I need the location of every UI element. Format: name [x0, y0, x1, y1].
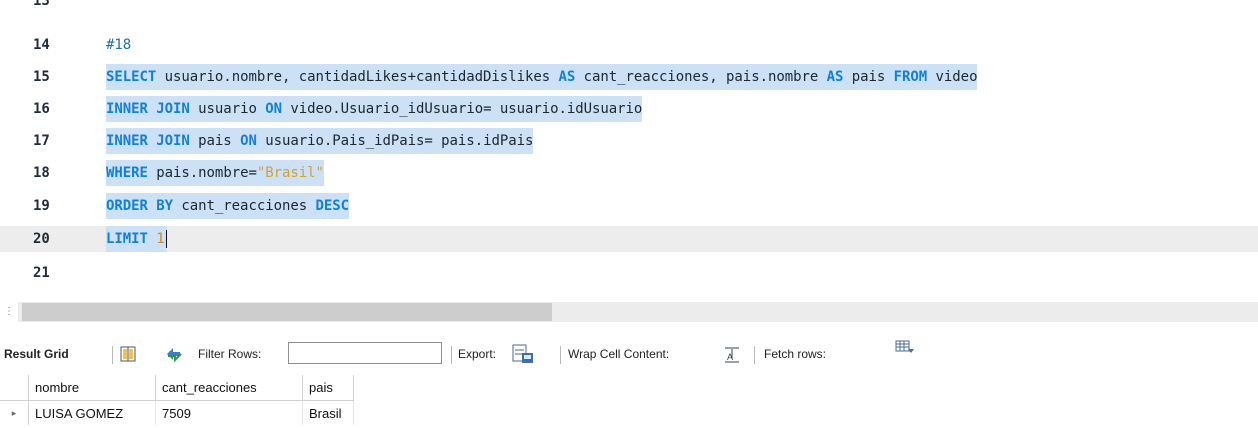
line-number: 20 [33, 231, 50, 247]
sql-keyword: WHERE [106, 165, 148, 181]
sql-keyword: ON [265, 101, 282, 117]
code-text: #18 [106, 32, 131, 58]
toolbar-separator [560, 346, 561, 364]
code-text: WHERE pais.nombre="Brasil" [106, 160, 324, 186]
code-line[interactable]: 20 LIMIT 1 [0, 226, 1258, 252]
filter-rows-label: Filter Rows: [198, 347, 262, 361]
line-number: 13 [33, 0, 50, 9]
code-line[interactable]: 19 ORDER BY cant_reacciones DESC [0, 193, 1258, 219]
code-line[interactable]: 16 INNER JOIN usuario ON video.Usuario_id… [0, 96, 1258, 122]
sql-keyword: SELECT [106, 69, 157, 85]
sql-token: cant_reacciones [173, 198, 316, 214]
line-number: 21 [33, 265, 50, 281]
sql-token: usuario.Pais_idPais= pais.idPais [256, 133, 534, 149]
result-grid: nombre cant_reacciones pais ▸ LUISA GOME… [0, 375, 354, 425]
text-caret [165, 230, 167, 248]
wrap-cell-icon[interactable]: A [724, 347, 740, 363]
code-line[interactable]: 14 #18 [0, 32, 1258, 58]
line-number: 19 [33, 198, 50, 214]
wrap-cell-label: Wrap Cell Content: [568, 347, 670, 361]
code-text: INNER JOIN pais ON usuario.Pais_idPais= … [106, 128, 533, 154]
sql-keyword: AS [826, 69, 844, 85]
sql-keyword: AS [558, 69, 576, 85]
line-number: 14 [33, 37, 50, 53]
sql-editor[interactable]: 13 14 #18 15 SELECT usuario.nombre, cantidad… [0, 0, 1258, 292]
sql-string: "Brasil" [256, 165, 324, 181]
export-icon[interactable] [512, 344, 534, 364]
code-line[interactable]: 13 [0, 0, 1258, 14]
grid-layout-icon[interactable] [120, 346, 136, 362]
refresh-arrows-icon[interactable] [164, 345, 184, 363]
result-toolbar: Result Grid Filter Rows: Export: Wrap Ce… [0, 338, 1258, 370]
sql-comment: #18 [106, 37, 132, 53]
export-label: Export: [458, 347, 497, 361]
sql-token: usuario [189, 101, 266, 117]
code-text: SELECT usuario.nombre, cantidadLikes+can… [106, 64, 978, 90]
sql-token: pais [189, 133, 241, 149]
column-header[interactable]: pais [302, 375, 354, 401]
sql-keyword: INNER JOIN [106, 101, 190, 117]
sql-token: pais.nombre= [147, 165, 257, 181]
row-header-corner [0, 375, 29, 401]
line-number: 16 [33, 101, 50, 117]
table-cell[interactable]: LUISA GOMEZ [28, 400, 156, 425]
sql-keyword: FROM [893, 69, 928, 85]
svg-text:A: A [727, 352, 733, 362]
sql-keyword: LIMIT [106, 231, 148, 247]
line-number: 18 [33, 165, 50, 181]
code-text: LIMIT 1 [106, 226, 167, 252]
column-header[interactable]: cant_reacciones [155, 375, 303, 401]
sql-token: video [927, 69, 978, 85]
table-cell[interactable]: Brasil [302, 400, 354, 425]
code-line[interactable]: 21 [0, 260, 1258, 286]
result-grid-tab[interactable]: Result Grid [4, 338, 69, 370]
line-number: 15 [33, 69, 50, 85]
sql-keyword: INNER JOIN [106, 133, 190, 149]
sql-token: cant_reacciones, pais.nombre [575, 69, 827, 85]
column-header[interactable]: nombre [28, 375, 156, 401]
sql-keyword: ON [240, 133, 257, 149]
table-cell[interactable]: 7509 [155, 400, 303, 425]
sql-token: pais [843, 69, 894, 85]
code-line[interactable]: 15 SELECT usuario.nombre, cantidadLikes+c… [0, 64, 1258, 90]
line-number: 17 [33, 133, 50, 149]
fetch-rows-label: Fetch rows: [764, 347, 827, 361]
row-pointer-icon: ▸ [0, 400, 29, 425]
code-line[interactable]: 18 WHERE pais.nombre="Brasil" [0, 160, 1258, 186]
scrollbar-thumb[interactable] [22, 303, 552, 321]
toolbar-separator [112, 346, 113, 364]
sql-keyword: DESC [315, 198, 349, 214]
toolbar-separator [451, 346, 452, 364]
sql-keyword: ORDER BY [106, 198, 174, 214]
sql-number: 1 [156, 231, 165, 247]
table-row[interactable]: ▸ LUISA GOMEZ 7509 Brasil [0, 400, 354, 425]
scrollbar-left-marker: ⋮ [4, 306, 14, 317]
grid-header-row: nombre cant_reacciones pais [0, 375, 354, 401]
sql-token: video.Usuario_idUsuario= usuario.idUsuar… [281, 101, 643, 117]
toolbar-separator [754, 346, 755, 364]
sql-token: usuario.nombre, cantidadLikes+cantidadDi… [156, 69, 559, 85]
code-text: INNER JOIN usuario ON video.Usuario_idUs… [106, 96, 642, 122]
fetch-rows-icon[interactable] [895, 340, 915, 356]
code-text: ORDER BY cant_reacciones DESC [106, 193, 349, 219]
filter-rows-input[interactable] [288, 342, 442, 364]
code-line[interactable]: 17 INNER JOIN pais ON usuario.Pais_idPais… [0, 128, 1258, 154]
